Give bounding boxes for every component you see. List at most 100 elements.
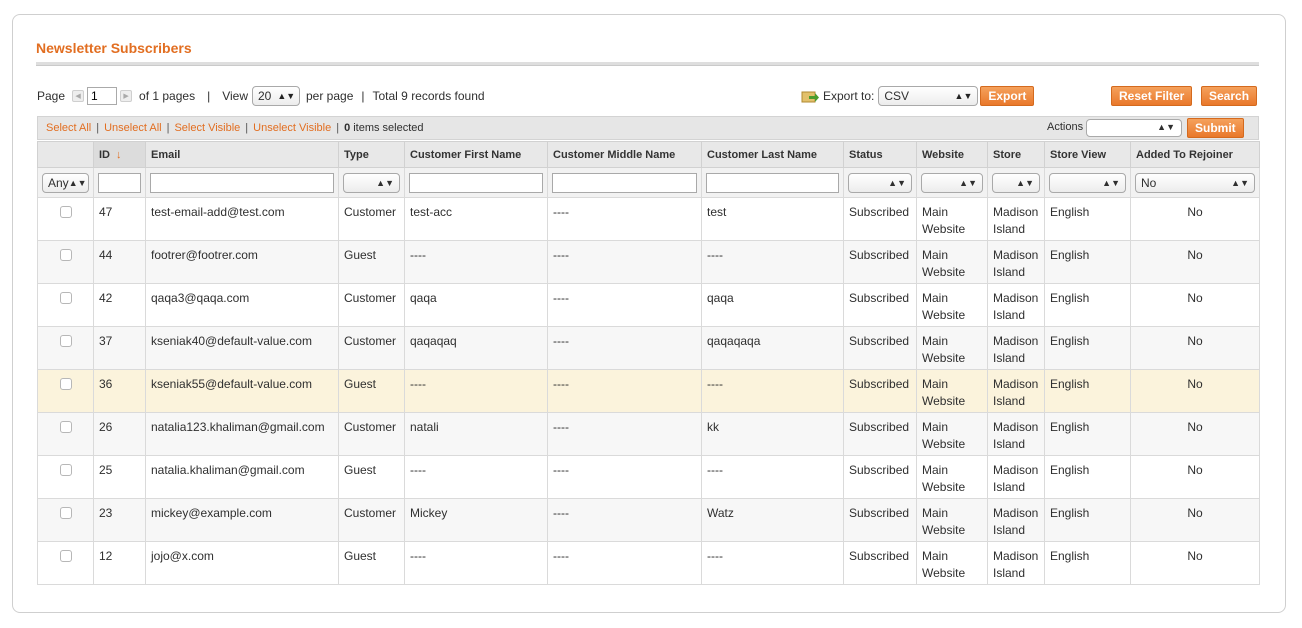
total-records: Total 9 records found: [372, 89, 485, 103]
filter-store-select[interactable]: ▲▼: [992, 172, 1040, 193]
filter-id-input[interactable]: [98, 172, 141, 193]
column-header-middle-name[interactable]: Customer Middle Name: [547, 141, 702, 168]
filter-email-cell: [145, 167, 339, 198]
row-checkbox[interactable]: [59, 464, 72, 476]
filter-store-view-select[interactable]: ▲▼: [1049, 172, 1126, 193]
previous-page-icon[interactable]: ◀: [72, 90, 85, 102]
selected-count: 0: [344, 122, 351, 134]
unselect-all-link[interactable]: Unselect All: [104, 122, 161, 134]
table-row[interactable]: 44 footrer@footrer.com Guest ---- ---- ---- Su…: [37, 240, 1260, 284]
table-row[interactable]: 25 natalia.khaliman@gmail.com Guest ---- ---…: [37, 455, 1260, 499]
next-page-icon[interactable]: ▶: [120, 90, 133, 102]
unselect-visible-link[interactable]: Unselect Visible: [253, 122, 331, 134]
column-header-website[interactable]: Website: [916, 141, 988, 168]
cell-rejoiner: No: [1130, 412, 1260, 456]
row-checkbox[interactable]: [59, 206, 72, 218]
cell-type: Guest: [338, 240, 405, 284]
cell-status: Subscribed: [843, 455, 917, 499]
cell-middle-name: ----: [547, 240, 702, 284]
chevron-updown-icon: ▲▼: [1102, 177, 1120, 188]
select-visible-link[interactable]: Select Visible: [174, 122, 240, 134]
cell-id: 25: [93, 455, 146, 499]
per-page-select[interactable]: 20 ▲▼: [252, 86, 300, 106]
submit-button[interactable]: Submit: [1187, 118, 1244, 138]
column-header-id[interactable]: ID ↓: [93, 141, 146, 168]
cell-first-name: ----: [404, 455, 548, 499]
column-header-status[interactable]: Status: [843, 141, 917, 168]
column-header-email[interactable]: Email: [145, 141, 339, 168]
cell-type: Guest: [338, 541, 405, 585]
cell-middle-name: ----: [547, 541, 702, 585]
massaction-bar: Select All | Unselect All | Select Visib…: [37, 116, 1259, 140]
search-button[interactable]: Search: [1201, 86, 1258, 106]
column-header-first-name[interactable]: Customer First Name: [404, 141, 548, 168]
column-header-type[interactable]: Type: [338, 141, 405, 168]
column-header-rejoiner[interactable]: Added To Rejoiner: [1130, 141, 1260, 168]
pager-separator: |: [207, 89, 211, 103]
cell-email: kseniak40@default-value.com: [145, 326, 339, 370]
cell-first-name: test-acc: [404, 197, 548, 241]
cell-checkbox: [37, 326, 94, 370]
cell-email: natalia123.khaliman@gmail.com: [145, 412, 339, 456]
of-pages-label: of 1 pages: [139, 89, 196, 103]
chevron-updown-icon: ▲▼: [954, 91, 973, 101]
column-header-store-view[interactable]: Store View: [1044, 141, 1131, 168]
filter-website-select[interactable]: ▲▼: [921, 172, 983, 193]
cell-rejoiner: No: [1130, 498, 1260, 542]
filter-first-name-input[interactable]: [409, 172, 543, 193]
row-checkbox[interactable]: [59, 507, 72, 519]
table-row[interactable]: 26 natalia123.khaliman@gmail.com Customer n…: [37, 412, 1260, 456]
cell-first-name: Mickey: [404, 498, 548, 542]
cell-rejoiner: No: [1130, 326, 1260, 370]
filter-checkbox-value: Any: [48, 175, 69, 190]
filter-row: Any ▲▼ ▲▼ ▲▼ ▲▼ ▲▼ ▲▼ No ▲▼: [37, 167, 1260, 198]
cell-status: Subscribed: [843, 326, 917, 370]
table-row[interactable]: 47 test-email-add@test.com Customer test-ac…: [37, 197, 1260, 241]
page-number-input[interactable]: [87, 87, 118, 105]
cell-website: Main Website: [916, 369, 988, 413]
row-checkbox[interactable]: [59, 378, 72, 390]
filter-checkbox-select[interactable]: Any ▲▼: [42, 172, 89, 193]
cell-middle-name: ----: [547, 412, 702, 456]
cell-website: Main Website: [916, 326, 988, 370]
separator: |: [96, 122, 100, 134]
selected-count-suffix: items selected: [353, 122, 424, 134]
chevron-updown-icon: ▲▼: [68, 177, 87, 188]
table-row[interactable]: 23 mickey@example.com Customer Mickey ---- Wa…: [37, 498, 1260, 542]
export-button[interactable]: Export: [980, 86, 1035, 106]
cell-type: Customer: [338, 412, 405, 456]
filter-last-name-input[interactable]: [706, 172, 839, 193]
row-checkbox[interactable]: [59, 249, 72, 261]
select-all-link[interactable]: Select All: [46, 122, 91, 134]
table-row[interactable]: 37 kseniak40@default-value.com Customer qaq…: [37, 326, 1260, 370]
reset-filter-button[interactable]: Reset Filter: [1111, 86, 1193, 106]
per-page-label: per page: [306, 89, 354, 103]
page-label: Page: [37, 89, 66, 103]
separator: |: [245, 122, 249, 134]
table-row[interactable]: 12 jojo@x.com Guest ---- ---- ---- Subscribed M…: [37, 541, 1260, 585]
row-checkbox[interactable]: [59, 292, 72, 304]
filter-rejoiner-cell: No ▲▼: [1130, 167, 1260, 198]
table-row[interactable]: 42 qaqa3@qaqa.com Customer qaqa ---- qaqa Subs…: [37, 283, 1260, 327]
cell-id: 36: [93, 369, 146, 413]
filter-rejoiner-select[interactable]: No ▲▼: [1135, 172, 1255, 193]
export-format-select[interactable]: CSV ▲▼: [878, 86, 979, 106]
row-checkbox[interactable]: [59, 335, 72, 347]
cell-email: jojo@x.com: [145, 541, 339, 585]
filter-email-input[interactable]: [150, 172, 334, 193]
table-row[interactable]: 36 kseniak55@default-value.com Guest ---- --…: [37, 369, 1260, 413]
filter-middle-name-input[interactable]: [552, 172, 697, 193]
row-checkbox[interactable]: [59, 421, 72, 433]
filter-type-select[interactable]: ▲▼: [343, 172, 400, 193]
filter-type-cell: ▲▼: [338, 167, 405, 198]
column-header-store[interactable]: Store: [987, 141, 1045, 168]
per-page-value: 20: [258, 89, 272, 103]
column-header-last-name[interactable]: Customer Last Name: [701, 141, 844, 168]
subscribers-grid: ID ↓ Email Type Customer First Name Custo…: [37, 141, 1260, 585]
filter-status-select[interactable]: ▲▼: [848, 172, 912, 193]
cell-first-name: ----: [404, 369, 548, 413]
row-checkbox[interactable]: [59, 550, 72, 562]
cell-store: Madison Island: [987, 240, 1045, 284]
cell-store: Madison Island: [987, 498, 1045, 542]
actions-select[interactable]: ▲▼: [1086, 119, 1182, 137]
